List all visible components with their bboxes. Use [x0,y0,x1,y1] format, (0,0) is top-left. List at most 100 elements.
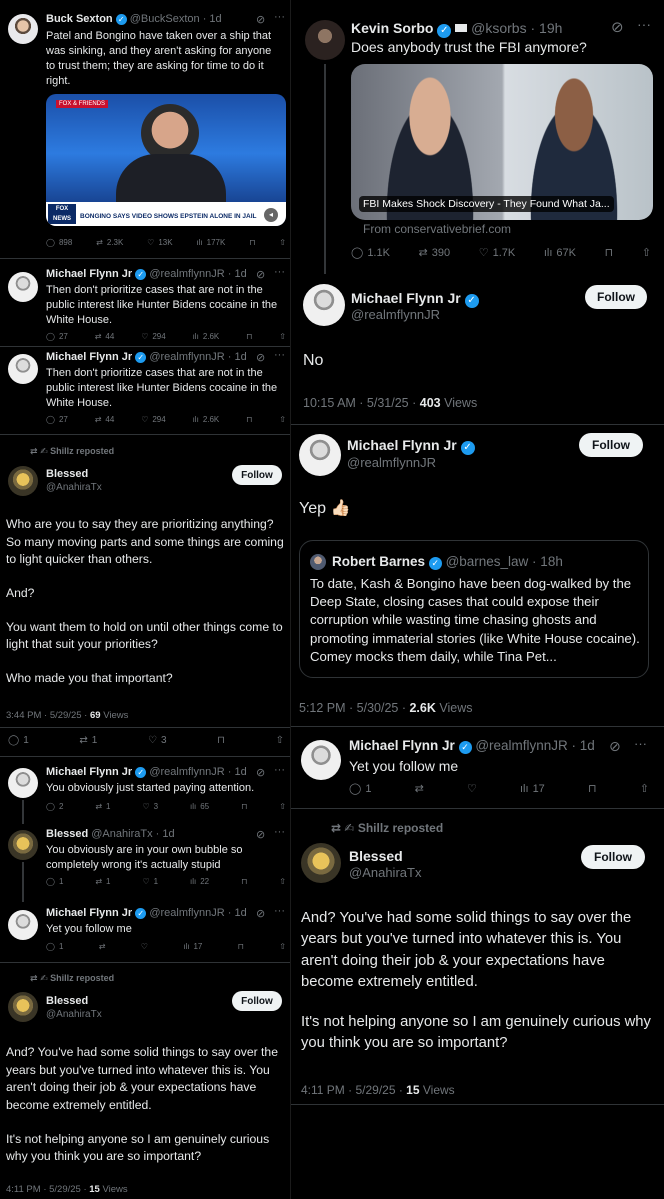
avatar[interactable] [8,992,38,1022]
share-icon[interactable]: ⇧ [279,332,286,341]
avatar[interactable] [8,354,38,384]
author-handle[interactable]: @AnahiraTx [46,1009,102,1020]
reply-button[interactable]: ◯ 1.1K [351,246,390,260]
author-name[interactable]: Michael Flynn Jr [351,290,461,306]
share-icon[interactable]: ⇧ [279,802,286,811]
grok-icon[interactable]: ⊘ [256,268,265,281]
author-handle[interactable]: @realmflynnJR [347,455,436,470]
author-handle[interactable]: @realmflynnJR · 1d [149,907,246,919]
views-button[interactable]: ılı 17 [183,942,202,951]
reply-button[interactable]: ◯ 2 [46,802,63,811]
author-handle[interactable]: @ksorbs · 19h [471,20,562,36]
author-handle[interactable]: @realmflynnJR [351,307,440,322]
author-handle[interactable]: @realmflynnJR · 1d [475,738,595,753]
views-button[interactable]: ılı 67K [544,246,576,259]
views-button[interactable]: ılı 22 [190,877,209,886]
author-name[interactable]: Michael Flynn Jr [46,907,132,919]
follow-button[interactable]: Follow [585,285,647,309]
reply-button[interactable]: ◯ 1 [46,942,63,951]
repost-indicator[interactable]: ⇄ ✍ Shillz reposted [30,446,114,457]
author-name[interactable]: Buck Sexton [46,13,113,25]
avatar[interactable] [301,843,341,883]
avatar[interactable] [305,20,345,60]
video-thumbnail[interactable]: FOX & FRIENDS FOX NEWS BONGINO SAYS VIDE… [46,94,286,226]
more-icon[interactable]: ··· [634,736,647,751]
repost-indicator[interactable]: ⇄ ✍ Shillz reposted [331,821,443,835]
bookmark-icon[interactable]: ⊓ [217,735,225,746]
link-source[interactable]: From conservativebrief.com [363,222,511,236]
volume-icon[interactable]: ◂ [264,208,278,222]
like-button[interactable]: ♡ 1.7K [479,246,516,260]
repost-button[interactable]: ⇄ 44 [95,415,115,424]
grok-icon[interactable]: ⊘ [609,738,621,755]
follow-button[interactable]: Follow [581,845,645,869]
like-button[interactable]: ♡ [141,942,148,951]
avatar[interactable] [8,768,38,798]
share-icon[interactable]: ⇧ [279,415,286,424]
views-button[interactable]: ılı 2.6K [193,332,220,341]
grok-icon[interactable]: ⊘ [256,351,265,364]
repost-button[interactable]: ⇄ 390 [419,246,451,260]
reply-button[interactable]: ◯ 898 [46,238,72,247]
avatar[interactable] [303,284,345,326]
bookmark-icon[interactable]: ⊓ [241,802,247,811]
avatar[interactable] [8,272,38,302]
repost-button[interactable]: ⇄ [415,782,424,795]
reply-button[interactable]: ◯ 27 [46,415,68,424]
views-button[interactable]: ılı 65 [190,802,209,811]
share-icon[interactable]: ⇧ [279,942,286,951]
more-icon[interactable]: ··· [274,266,285,278]
like-button[interactable]: ♡ [467,782,477,795]
reply-button[interactable]: ◯ 1 [349,782,371,796]
bookmark-icon[interactable]: ⊓ [605,246,614,259]
author-handle[interactable]: @AnahiraTx · 1d [91,828,174,840]
like-button[interactable]: ♡ 13K [147,238,172,247]
like-button[interactable]: ♡ 3 [142,802,158,811]
author-name[interactable]: Michael Flynn Jr [46,351,132,363]
grok-icon[interactable]: ⊘ [256,907,265,920]
repost-button[interactable]: ⇄ 1 [95,877,110,886]
like-button[interactable]: ♡ 294 [141,415,166,424]
bookmark-icon[interactable]: ⊓ [241,877,247,886]
share-icon[interactable]: ⇧ [279,238,286,247]
avatar[interactable] [8,466,38,496]
views-button[interactable]: ılı 17 [520,782,545,795]
follow-button[interactable]: Follow [232,991,282,1011]
like-button[interactable]: ♡ 294 [141,332,166,341]
more-icon[interactable]: ··· [274,764,285,776]
more-icon[interactable]: ··· [637,16,651,32]
avatar[interactable] [8,910,38,940]
grok-icon[interactable]: ⊘ [256,13,265,26]
author-handle[interactable]: @AnahiraTx [349,865,421,880]
author-handle[interactable]: @BuckSexton · 1d [130,13,222,25]
bookmark-icon[interactable]: ⊓ [246,415,252,424]
repost-button[interactable]: ⇄ 1 [79,735,97,746]
share-icon[interactable]: ⇧ [642,246,651,259]
bookmark-icon[interactable]: ⊓ [588,782,597,795]
author-name[interactable]: Michael Flynn Jr [347,437,457,453]
timestamp[interactable]: 4:11 PM · 5/29/25 · 15 Views [6,1184,128,1195]
repost-button[interactable]: ⇄ 2.3K [96,238,123,247]
like-button[interactable]: ♡ 3 [148,735,167,746]
author-name[interactable]: Blessed [46,828,88,840]
views-button[interactable]: ılı 177K [196,238,225,247]
follow-button[interactable]: Follow [579,433,643,457]
repost-button[interactable]: ⇄ [99,942,106,951]
author-handle[interactable]: @realmflynnJR · 1d [149,766,246,778]
author-name[interactable]: Michael Flynn Jr [46,766,132,778]
grok-icon[interactable]: ⊘ [256,766,265,779]
avatar[interactable] [8,14,38,44]
author-name[interactable]: Michael Flynn Jr [46,268,132,280]
author-name[interactable]: Kevin Sorbo [351,20,433,36]
more-icon[interactable]: ··· [274,826,285,838]
quoted-tweet[interactable]: Robert Barnes ✓ @barnes_law · 18h To dat… [299,540,649,678]
author-name[interactable]: Blessed [46,468,88,480]
views-button[interactable]: ılı 2.6K [193,415,220,424]
timestamp[interactable]: 3:44 PM · 5/29/25 · 69 Views [6,710,128,721]
grok-icon[interactable]: ⊘ [256,828,265,841]
share-icon[interactable]: ⇧ [276,735,284,746]
timestamp[interactable]: 5:12 PM · 5/30/25 · 2.6K Views [299,701,473,715]
author-name[interactable]: Blessed [46,995,88,1007]
more-icon[interactable]: ··· [274,905,285,917]
bookmark-icon[interactable]: ⊓ [238,942,244,951]
